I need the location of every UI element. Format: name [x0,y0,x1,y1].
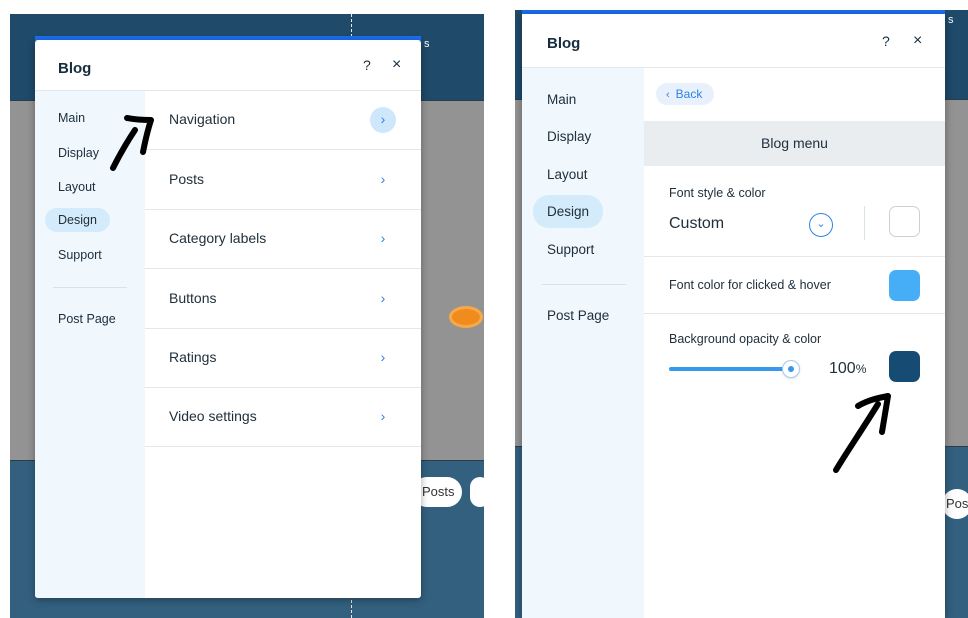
chevron-right-icon[interactable]: › [370,286,396,312]
orange-element [449,306,483,328]
opacity-value[interactable]: 100% [829,360,866,378]
help-icon[interactable]: ? [363,57,371,73]
sidebar-item-display[interactable]: Display [58,146,99,160]
settings-sidebar: Main Display Layout Design Support Post … [522,68,644,618]
sidebar-item-main[interactable]: Main [547,92,576,107]
row-label: Navigation [169,111,236,127]
hover-color-label: Font color for clicked & hover [669,278,831,292]
sidebar-item-support[interactable]: Support [58,248,102,262]
opacity-slider-handle[interactable] [783,361,799,377]
panel-header: Blog ? × [35,40,421,91]
opacity-slider[interactable] [669,367,793,371]
screenshot-composite: s Posts s Post Blog ? × Main Display Lay… [0,0,968,618]
opacity-number: 100 [829,360,856,377]
panel-title: Blog [547,35,581,52]
background-opacity-label: Background opacity & color [669,332,822,346]
chevron-right-icon[interactable]: › [370,167,396,193]
design-row-video-settings[interactable]: Video settings › [145,387,421,447]
sidebar-item-support[interactable]: Support [547,242,594,257]
chevron-down-icon[interactable]: ⌄ [809,213,833,237]
posts-pill[interactable]: Post [942,489,968,519]
sidebar-item-main[interactable]: Main [58,111,85,125]
hover-color-swatch[interactable] [889,270,920,301]
design-row-category-labels[interactable]: Category labels › [145,209,421,269]
row-label: Video settings [169,408,257,424]
site-menu-fragment: s [948,14,954,26]
sidebar-item-layout[interactable]: Layout [547,167,588,182]
sidebar-item-layout[interactable]: Layout [58,180,96,194]
row-label: Ratings [169,349,217,365]
section-title: Blog menu [644,121,945,166]
chevron-left-icon: ‹ [666,89,670,101]
back-label: Back [675,87,703,101]
opacity-unit: % [855,362,867,376]
sidebar-item-post-page[interactable]: Post Page [58,312,116,326]
blog-settings-panel-right: Blog ? × Main Display Layout Design Supp… [522,14,945,618]
row-label: Category labels [169,230,267,246]
background-color-swatch[interactable] [889,351,920,382]
font-style-label: Font style & color [669,186,766,200]
divider [864,206,865,240]
sidebar-item-design[interactable]: Design [45,208,110,232]
design-row-posts[interactable]: Posts › [145,150,421,210]
site-menu-fragment: s [424,38,430,50]
sidebar-divider [542,284,626,285]
chevron-right-icon[interactable]: › [370,226,396,252]
pill-fragment[interactable] [470,477,490,507]
row-label: Posts [169,171,205,187]
design-row-navigation[interactable]: Navigation › [145,90,421,150]
sidebar-divider [53,287,127,288]
back-button[interactable]: ‹ Back [656,83,715,105]
row-label: Buttons [169,290,217,306]
sidebar-item-design[interactable]: Design [533,195,604,228]
close-icon[interactable]: × [913,32,922,50]
chevron-right-icon[interactable]: › [370,345,396,371]
divider [644,313,945,314]
panel-header: Blog ? × [522,14,945,68]
design-row-ratings[interactable]: Ratings › [145,328,421,388]
close-icon[interactable]: × [392,56,401,74]
font-color-swatch[interactable] [889,206,920,237]
divider [644,256,945,257]
annotation-arrow-icon [110,115,154,171]
sidebar-item-display[interactable]: Display [547,129,591,144]
sidebar-item-post-page[interactable]: Post Page [547,308,609,323]
help-icon[interactable]: ? [882,33,890,49]
panel-title: Blog [58,60,92,77]
design-row-buttons[interactable]: Buttons › [145,269,421,329]
annotation-arrow-icon [833,393,891,473]
chevron-right-icon[interactable]: › [370,107,396,133]
chevron-right-icon[interactable]: › [370,404,396,430]
font-style-dropdown-value[interactable]: Custom [669,215,724,233]
blog-settings-panel-left: Blog ? × Main Display Layout Design Supp… [35,40,421,598]
